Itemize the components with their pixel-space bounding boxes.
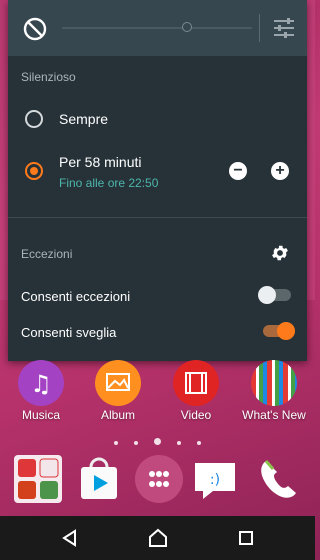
app-drawer-icon[interactable] [135,455,183,503]
option-always-label: Sempre [59,111,109,127]
do-not-disturb-icon[interactable] [22,16,48,42]
album-icon [95,360,141,406]
messaging-icon[interactable]: :) [191,455,239,503]
section-silent-label: Silenzioso [21,70,76,84]
app-video[interactable]: Video [161,360,231,422]
page-dot[interactable] [114,441,118,445]
wallpaper-stripe-left [0,0,8,300]
wallpaper-stripe-right [307,0,315,300]
section-divider [8,217,307,218]
decrease-time-button[interactable]: − [229,162,247,180]
increase-time-button[interactable]: + [271,162,289,180]
google-apps-folder-icon[interactable] [14,455,62,503]
option-timed-subtitle: Fino alle ore 22:50 [59,176,159,190]
play-store-icon[interactable] [75,455,123,503]
equalizer-settings-icon[interactable] [272,16,296,40]
volume-slider-thumb[interactable] [182,22,192,32]
app-album[interactable]: Album [83,360,153,422]
section-exceptions-label: Eccezioni [21,247,73,261]
volume-slider[interactable] [62,27,252,29]
dnd-panel: Silenzioso Sempre Per 58 minuti Fino all… [8,0,307,361]
page-dot[interactable] [134,441,138,445]
app-album-label: Album [100,408,135,422]
music-icon: ♫ [18,360,64,406]
radio-timed[interactable] [25,162,43,180]
volume-header [8,0,307,56]
page-dot[interactable] [197,441,201,445]
toggle-alarm-thumb[interactable] [277,322,295,340]
recents-icon[interactable] [236,528,256,548]
app-video-label: Video [180,408,212,422]
app-whats-new-label: What's New [242,408,306,422]
page-indicator [0,432,315,450]
home-icon[interactable] [148,528,168,548]
app-whats-new[interactable]: What's New [239,360,309,422]
back-icon[interactable] [60,528,80,548]
svg-text:♫: ♫ [30,370,52,398]
video-icon [173,360,219,406]
app-music[interactable]: ♫ Musica [6,360,76,422]
app-music-label: Musica [21,408,60,422]
radio-always[interactable] [25,110,43,128]
page-dot-active[interactable] [154,438,161,445]
navigation-bar [0,516,315,560]
whats-new-icon [251,360,297,406]
page-dot[interactable] [177,441,181,445]
toggle-exceptions-label: Consenti eccezioni [21,289,131,304]
option-timed-label: Per 58 minuti [59,154,142,170]
toggle-alarm-label: Consenti sveglia [21,325,117,340]
toggle-exceptions-thumb[interactable] [258,286,276,304]
header-divider [259,14,260,42]
phone-icon[interactable] [252,455,300,503]
exceptions-settings-gear-icon[interactable] [270,243,290,263]
svg-text::): :) [210,472,220,488]
